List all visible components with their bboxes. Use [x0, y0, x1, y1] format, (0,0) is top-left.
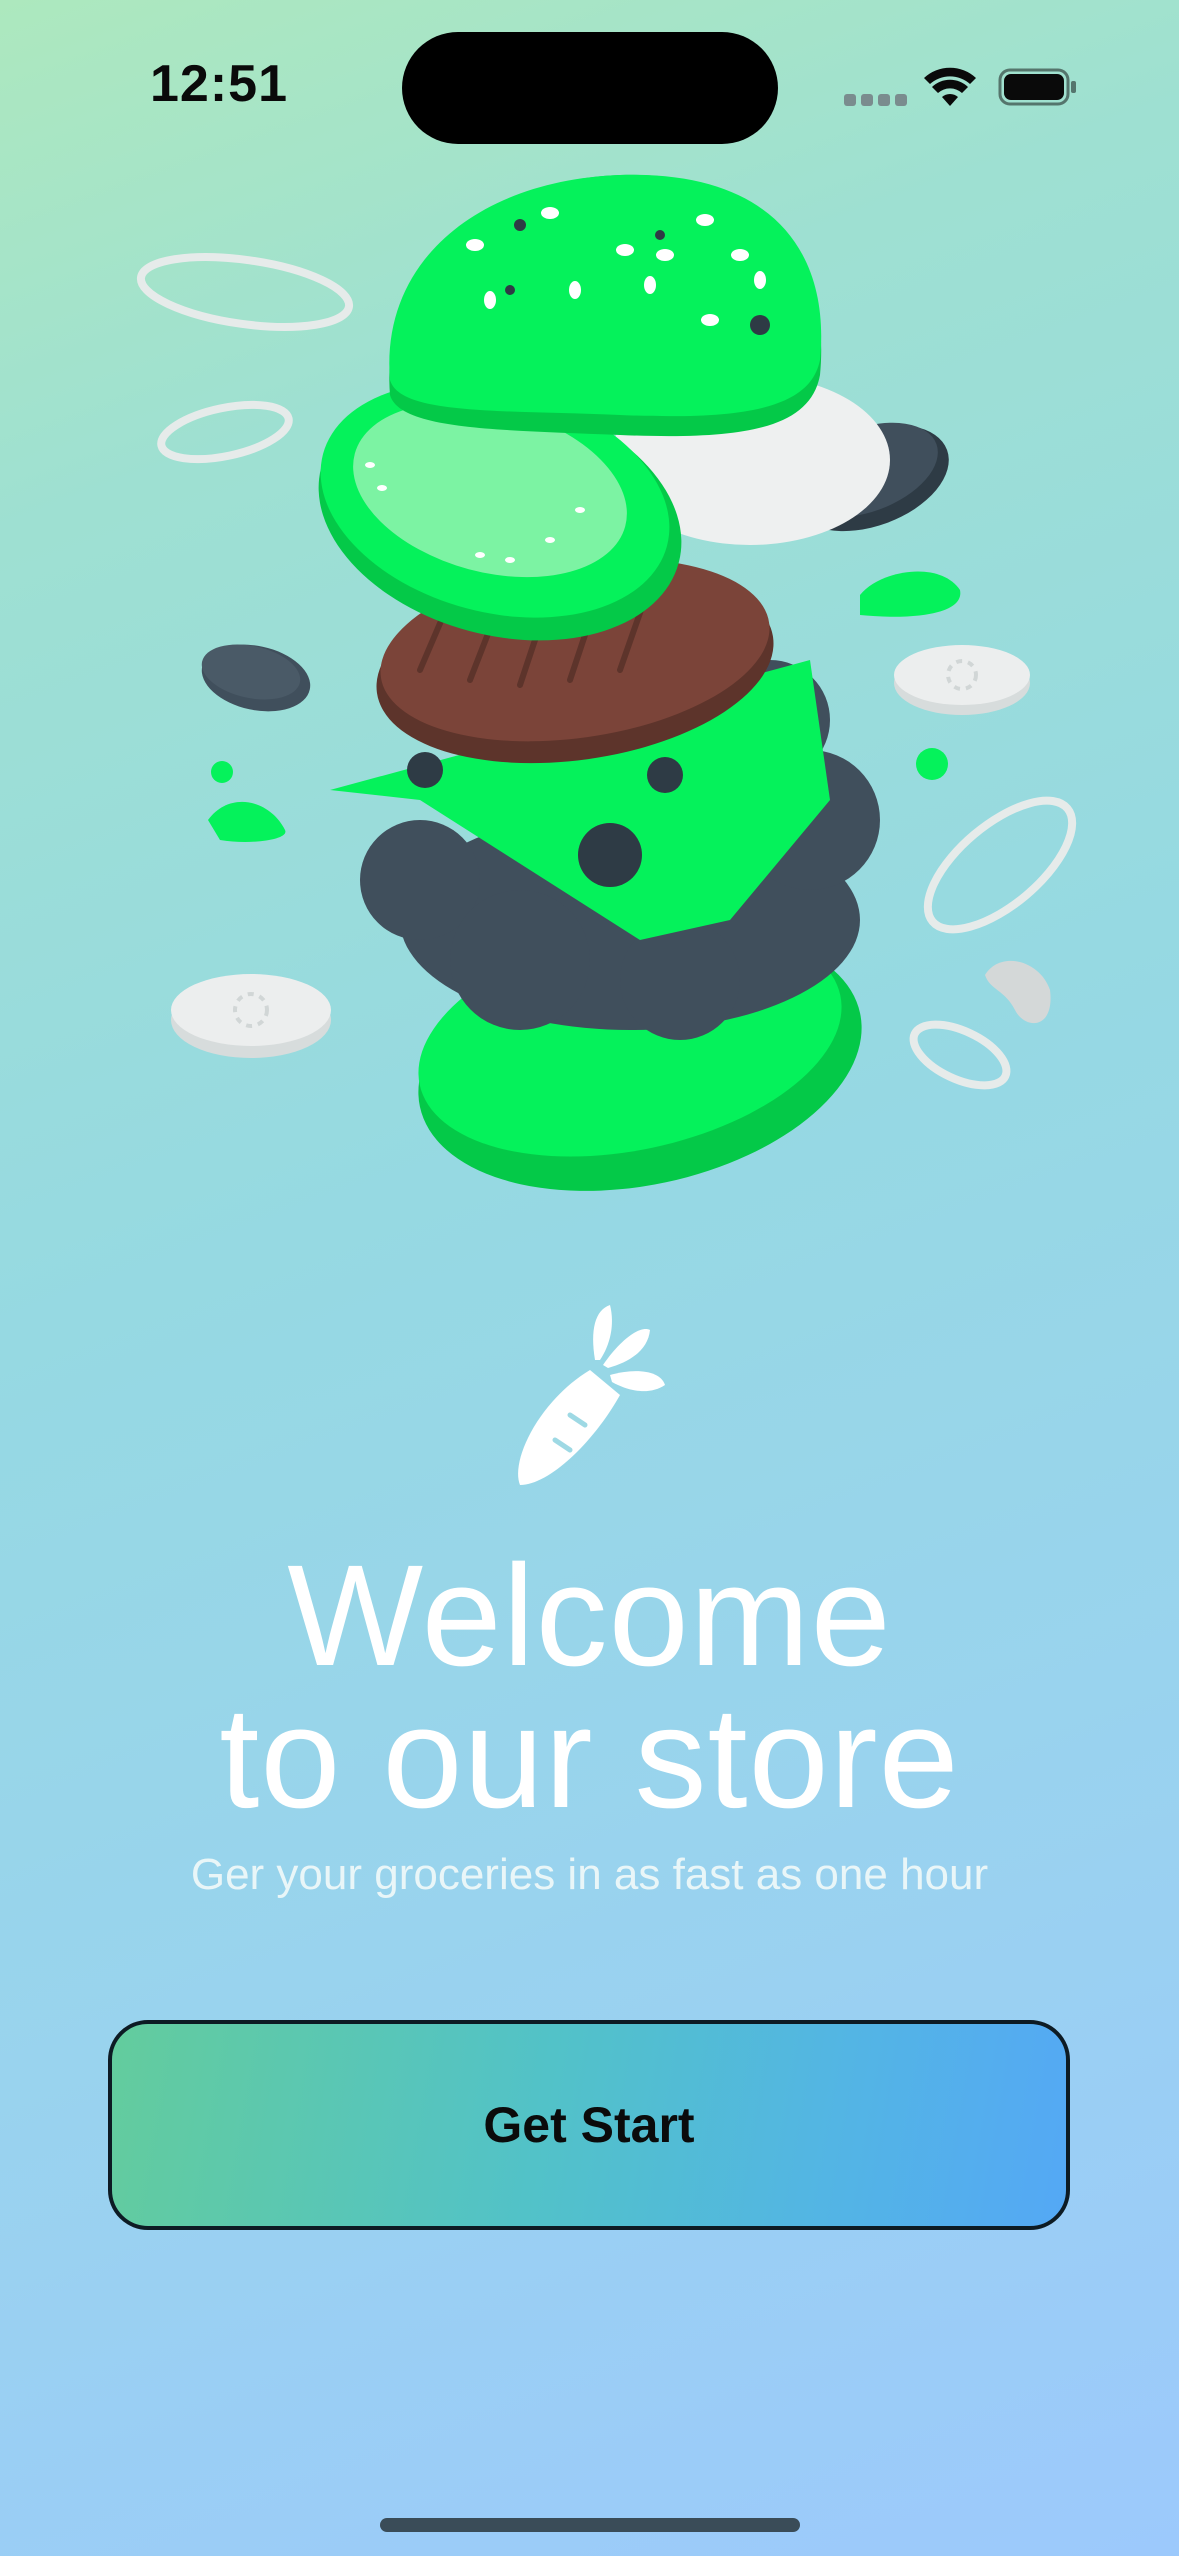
dynamic-island: [402, 32, 778, 144]
signal-icon: [844, 94, 907, 106]
battery-icon: [998, 68, 1076, 106]
home-indicator[interactable]: [380, 2518, 800, 2532]
wifi-icon: [924, 67, 976, 106]
burger-illustration: [136, 174, 1077, 1191]
page-subtitle: Ger your groceries in as fast as one hou…: [190, 1850, 989, 1899]
status-bar: 12:51: [0, 0, 1179, 180]
status-time: 12:51: [150, 55, 288, 113]
carrot-icon: [518, 1305, 665, 1485]
title-line-2: to our store: [219, 1677, 960, 1838]
get-start-button[interactable]: Get Start: [108, 2020, 1070, 2230]
title-line-1: Welcome: [287, 1535, 892, 1696]
page-title: Welcome to our store: [0, 1535, 1179, 1838]
get-start-button-label: Get Start: [483, 2097, 695, 2153]
